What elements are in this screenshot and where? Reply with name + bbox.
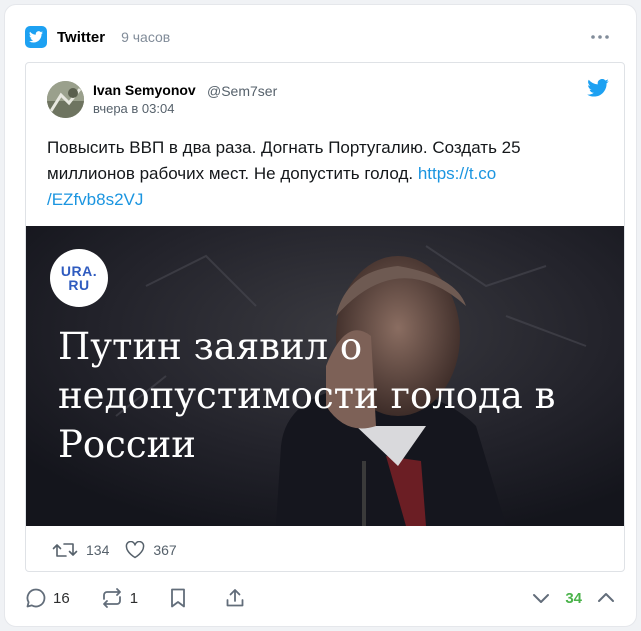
more-options-button[interactable] [588,25,612,49]
repost-count: 1 [129,589,139,607]
rating-score: 34 [565,589,582,607]
embedded-tweet[interactable]: Ivan Semyonov @Sem7ser вчера в 03:04 Пов… [25,62,625,572]
retweet-icon [52,543,78,557]
retweet-count-value: 134 [86,542,110,558]
chevron-down-icon[interactable] [531,588,551,608]
post-time[interactable]: 9 часов [121,29,170,45]
tweet-author-name[interactable]: Ivan Semyonov [93,82,196,98]
avatar[interactable] [47,81,84,118]
twitter-bird-icon[interactable] [587,78,609,97]
like-count-value: 367 [153,542,177,558]
twitter-source-icon[interactable] [25,26,47,48]
tweet-actions: 134 367 [52,538,193,562]
logo-line1: URA. [60,263,98,279]
repost-button[interactable]: 1 [100,587,138,609]
rating-controls: 34 [531,584,616,612]
post-card: Twitter 9 часов Ivan Semyonov @Sem7ser в… [4,4,637,627]
like-count[interactable]: 367 [125,541,177,559]
chevron-up-icon[interactable] [596,588,616,608]
tweet-link-part1[interactable]: https://t.co [418,164,496,183]
tweet-media-image[interactable]: URA. RU Путин заявил о недопустимости го… [26,226,624,526]
tweet-time[interactable]: вчера в 03:04 [93,101,174,116]
bookmark-icon [171,588,185,608]
bookmark-button[interactable] [168,587,194,609]
share-icon [226,589,244,607]
tweet-text: Повысить ВВП в два раза. Догнать Португа… [47,135,607,213]
retweet-count[interactable]: 134 [52,541,109,559]
source-name[interactable]: Twitter [57,29,105,46]
post-header: Twitter 9 часов [25,23,620,51]
share-button[interactable] [224,587,252,609]
logo-line2: RU [68,277,90,293]
tweet-link-part2[interactable]: /EZfvb8s2VJ [47,190,143,209]
media-headline: Путин заявил о недопустимости голода в Р… [58,325,556,466]
comments-count: 16 [53,589,70,607]
heart-icon [126,541,145,559]
post-footer: 16 1 34 [25,584,620,612]
more-dots-icon [591,35,609,39]
tweet-author-handle[interactable]: @Sem7ser [207,83,277,99]
comment-icon [26,588,46,608]
repost-icon [102,588,121,608]
ura-ru-logo: URA. RU [50,249,108,307]
comments-button[interactable]: 16 [25,587,70,609]
